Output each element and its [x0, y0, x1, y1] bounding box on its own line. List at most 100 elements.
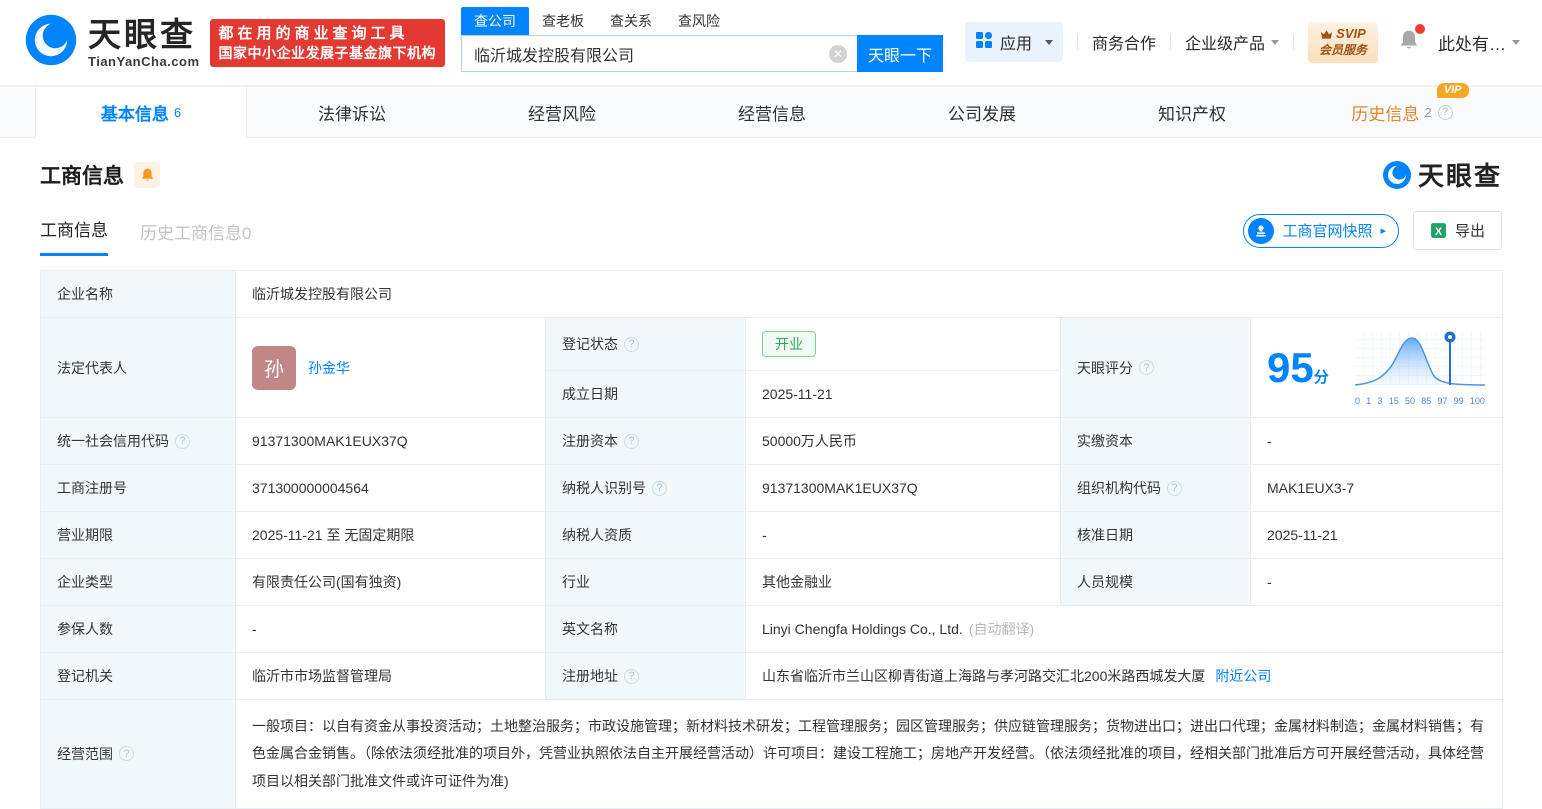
chevron-down-icon	[1044, 39, 1053, 45]
subtab-business-info[interactable]: 工商信息	[40, 216, 108, 256]
notification-dot	[1415, 23, 1425, 34]
apps-menu-button[interactable]: 应用	[964, 22, 1063, 63]
help-icon[interactable]	[624, 336, 639, 352]
org-code-value: MAK1EUX3-7	[1249, 464, 1504, 512]
table-row: 企业名称 临沂城发控股有限公司	[40, 270, 1504, 318]
notification-bell-icon[interactable]	[1398, 23, 1425, 57]
search-tabs: 查公司 查老板 查关系 查风险	[461, 7, 943, 35]
score-label: 天眼评分	[1060, 317, 1251, 418]
establish-date-label: 成立日期	[545, 370, 746, 418]
tab-count: 6	[173, 105, 182, 120]
tab-basic-info[interactable]: 基本信息 6	[35, 87, 247, 138]
stamp-icon	[1248, 217, 1275, 244]
credit-code-label: 统一社会信用代码	[40, 417, 236, 465]
table-row: 企业类型 有限责任公司(国有独资) 行业 其他金融业 人员规模 -	[40, 558, 1504, 606]
business-scope-label: 经营范围	[40, 699, 236, 809]
help-icon[interactable]	[119, 746, 134, 762]
search-button[interactable]: 天眼一下	[857, 35, 944, 72]
business-term-value: 2025-11-21 至 无固定期限	[235, 511, 546, 559]
help-icon[interactable]	[652, 480, 667, 496]
nearby-companies-link[interactable]: 附近公司	[1215, 668, 1271, 684]
clear-search-icon[interactable]: ✕	[829, 44, 848, 63]
export-button[interactable]: X 导出	[1412, 211, 1502, 250]
vip-badge: VIP	[1436, 82, 1469, 98]
tab-label: 经营信息	[738, 104, 806, 124]
monitor-bell-button[interactable]	[134, 161, 160, 188]
help-icon[interactable]	[1437, 104, 1453, 120]
tianyancha-watermark: 天眼查	[1382, 156, 1502, 193]
tianyancha-logo-icon	[24, 13, 78, 72]
search-tab-relation[interactable]: 查关系	[597, 7, 665, 35]
slogan-line1: 都在用的商业查询工具	[218, 24, 409, 42]
svip-sublabel: 会员服务	[1318, 43, 1367, 58]
search-tab-risk[interactable]: 查风险	[665, 7, 733, 35]
auto-translate-note: (自动翻译)	[968, 621, 1035, 637]
search-area: 查公司 查老板 查关系 查风险 ✕ 天眼一下	[461, 7, 944, 72]
brand-slogan-badge: 都在用的商业查询工具 国家中小企业发展子基金旗下机构	[209, 18, 446, 67]
staff-size-label: 人员规模	[1060, 558, 1251, 606]
legal-rep-label: 法定代表人	[40, 317, 236, 418]
tab-count: 2	[1424, 104, 1432, 120]
chevron-down-icon	[1270, 39, 1279, 45]
tab-intellectual-property[interactable]: 知识产权	[1087, 87, 1297, 137]
taxpayer-quality-label: 纳税人资质	[545, 511, 746, 559]
avatar: 孙	[252, 345, 296, 390]
svip-membership-badge[interactable]: SVIP 会员服务	[1307, 22, 1378, 63]
table-row: 营业期限 2025-11-21 至 无固定期限 纳税人资质 - 核准日期 202…	[40, 511, 1504, 559]
reg-authority-label: 登记机关	[40, 652, 236, 700]
staff-size-value: -	[1249, 558, 1504, 606]
svg-text:X: X	[1435, 226, 1442, 238]
credit-code-value: 91371300MAK1EUX37Q	[235, 417, 546, 465]
tab-label: 知识产权	[1158, 104, 1226, 124]
help-icon[interactable]	[175, 433, 190, 449]
company-name-value: 临沂城发控股有限公司	[234, 270, 1504, 318]
official-snapshot-button[interactable]: 工商官网快照 ▸	[1243, 213, 1399, 248]
score-distribution-chart: 01 3 15 50 85 97 99 100	[1354, 330, 1486, 406]
section-header: 工商信息 天眼查	[40, 156, 1502, 193]
divider	[1169, 34, 1171, 51]
reg-capital-label: 注册资本	[545, 417, 746, 465]
score-unit: 分	[1313, 368, 1329, 386]
snapshot-label: 工商官网快照	[1282, 223, 1373, 240]
search-tab-company[interactable]: 查公司	[461, 7, 530, 35]
tab-legal-proceedings[interactable]: 法律诉讼	[247, 87, 457, 137]
industry-label: 行业	[545, 558, 746, 606]
brand-domain: TianYanCha.com	[88, 53, 200, 69]
reg-address-value: 山东省临沂市兰山区柳青街道上海路与孝河路交汇北200米路西城发大厦 附近公司	[744, 652, 1504, 700]
nav-biz-cooperation[interactable]: 商务合作	[1092, 30, 1156, 54]
taxpayer-quality-value: -	[745, 511, 1061, 559]
legal-rep-link[interactable]: 孙金华	[308, 358, 350, 378]
user-menu[interactable]: 此处有…	[1438, 30, 1520, 55]
svip-label: SVIP	[1336, 26, 1366, 42]
org-code-label: 组织机构代码	[1060, 464, 1251, 512]
approval-date-label: 核准日期	[1060, 511, 1251, 559]
help-icon[interactable]	[1167, 480, 1182, 496]
tab-operating-info[interactable]: 经营信息	[667, 87, 877, 137]
search-input[interactable]	[461, 35, 858, 72]
reg-status-label: 登记状态	[545, 317, 746, 371]
help-icon[interactable]	[624, 433, 639, 449]
help-icon[interactable]	[1139, 360, 1154, 375]
score-value: 95	[1267, 343, 1314, 391]
taxpayer-id-value: 91371300MAK1EUX37Q	[745, 464, 1061, 512]
help-icon[interactable]	[624, 668, 639, 684]
divider	[1076, 34, 1078, 51]
industry-value: 其他金融业	[745, 558, 1061, 606]
insured-count-label: 参保人数	[40, 605, 236, 653]
subtab-history-business-info[interactable]: 历史工商信息0	[140, 219, 251, 256]
tianyancha-watermark-icon	[1382, 160, 1411, 189]
reg-capital-value: 50000万人民币	[745, 417, 1061, 465]
tab-company-development[interactable]: 公司发展	[877, 87, 1087, 137]
apps-grid-icon	[975, 31, 993, 54]
tab-operating-risk[interactable]: 经营风险	[457, 87, 667, 137]
bell-icon	[141, 168, 153, 181]
tab-history-info[interactable]: 历史信息 2 VIP	[1297, 82, 1507, 137]
company-type-value: 有限责任公司(国有独资)	[235, 558, 546, 606]
search-tab-boss[interactable]: 查老板	[529, 7, 597, 35]
section-title: 工商信息	[40, 164, 124, 188]
enterprise-label: 企业级产品	[1184, 36, 1265, 54]
nav-enterprise-products[interactable]: 企业级产品	[1185, 30, 1279, 54]
tab-label: 基本信息	[100, 105, 169, 124]
tianyancha-logo[interactable]: 天眼查 TianYanCha.com	[24, 13, 200, 72]
english-name-label: 英文名称	[545, 605, 746, 653]
